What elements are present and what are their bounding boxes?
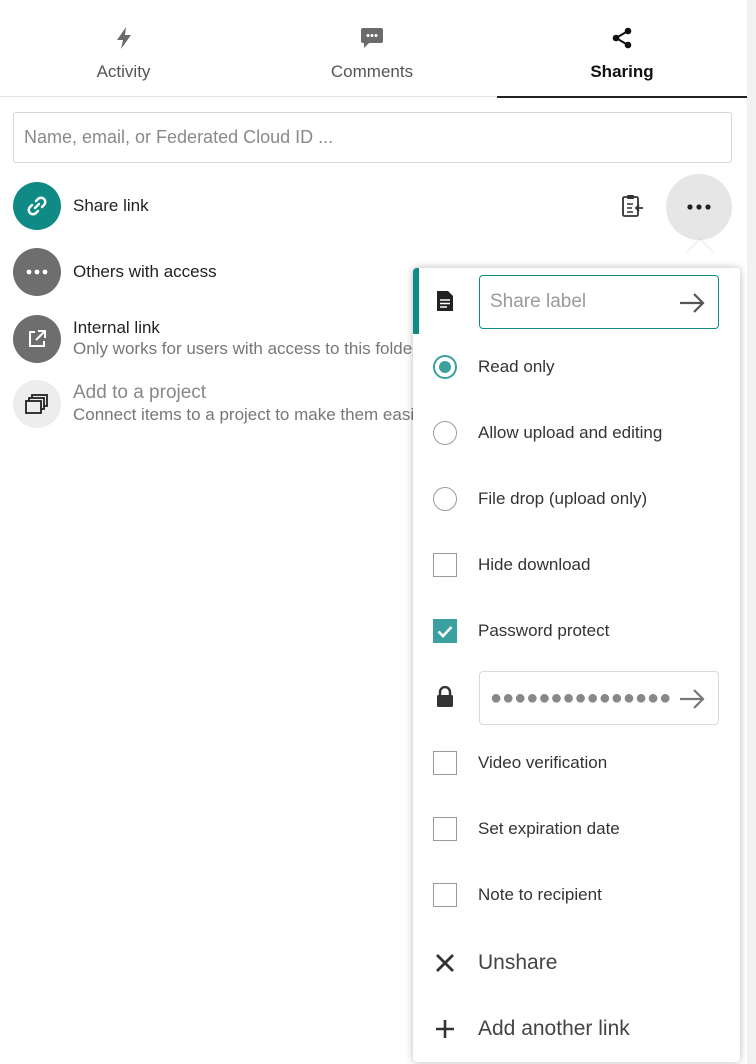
comment-icon (360, 26, 384, 50)
note-to-recipient-option[interactable]: Note to recipient (413, 862, 740, 928)
permission-file-drop[interactable]: File drop (upload only) (413, 466, 740, 532)
document-icon (433, 289, 457, 313)
checkmark-icon (437, 625, 453, 638)
share-link-title: Share link (73, 196, 149, 215)
permission-upload-editing[interactable]: Allow upload and editing (413, 400, 740, 466)
more-icon (686, 198, 712, 216)
dots-icon (13, 248, 61, 296)
password-protect-option[interactable]: Password protect (413, 598, 740, 664)
internal-link-row[interactable]: Internal link Only works for users with … (13, 315, 418, 363)
internal-link-title: Internal link (73, 317, 160, 337)
link-icon (13, 182, 61, 230)
add-another-link-button[interactable]: Add another link (413, 996, 740, 1062)
tab-label: Comments (330, 62, 414, 81)
note-to-recipient-checkbox[interactable] (433, 883, 457, 907)
lock-icon (433, 685, 457, 709)
video-verification-option[interactable]: Video verification (413, 730, 740, 796)
password-field[interactable]: ●●●●●●●●●●●●●●● (479, 671, 719, 725)
hide-download-option[interactable]: Hide download (413, 532, 740, 598)
tab-activity[interactable]: Activity (0, 0, 247, 97)
radio-upload-editing[interactable] (433, 421, 457, 445)
option-label: Note to recipient (478, 885, 602, 904)
share-label-item (413, 268, 740, 334)
share-actions-menu-button[interactable] (666, 174, 732, 240)
internal-link-subtitle: Only works for users with access to this… (73, 338, 418, 358)
submit-label-arrow-icon[interactable] (678, 289, 706, 317)
share-link-row: Share link (13, 182, 149, 230)
share-label-field (479, 275, 719, 329)
permission-read-only[interactable]: Read only (413, 334, 740, 400)
others-title: Others with access (73, 262, 217, 281)
password-mask: ●●●●●●●●●●●●●●● (490, 686, 672, 709)
bolt-icon (112, 26, 136, 50)
add-to-project-row[interactable]: Add to a project Connect items to a proj… (13, 380, 480, 428)
unshare-button[interactable]: Unshare (413, 930, 740, 996)
sidebar-tabs: Activity Comments Sharing (0, 0, 747, 98)
others-with-access-row[interactable]: Others with access (13, 248, 217, 296)
video-verification-checkbox[interactable] (433, 751, 457, 775)
option-label: Hide download (478, 555, 591, 574)
submit-password-arrow-icon[interactable] (678, 685, 706, 713)
popover-pointer (686, 240, 714, 254)
add-another-link-label: Add another link (478, 1017, 630, 1040)
hide-download-checkbox[interactable] (433, 553, 457, 577)
password-protect-checkbox[interactable] (433, 619, 457, 643)
clipboard-icon (620, 193, 646, 224)
unshare-label: Unshare (478, 951, 558, 974)
permission-label: Read only (478, 357, 555, 376)
tab-sharing[interactable]: Sharing (497, 0, 747, 98)
option-label: Password protect (478, 621, 610, 640)
external-link-icon (13, 315, 61, 363)
share-search-input[interactable] (13, 112, 732, 163)
share-icon (610, 26, 634, 50)
expiration-date-checkbox[interactable] (433, 817, 457, 841)
tab-label: Activity (96, 62, 151, 81)
plus-icon (433, 1017, 457, 1041)
close-icon (433, 951, 457, 975)
permission-label: File drop (upload only) (478, 489, 648, 508)
share-options-popover: Read only Allow upload and editing File … (413, 268, 740, 1062)
option-label: Video verification (478, 753, 608, 772)
tab-comments[interactable]: Comments (247, 0, 497, 97)
copy-link-button[interactable] (617, 192, 649, 224)
expiration-date-option[interactable]: Set expiration date (413, 796, 740, 862)
project-icon (13, 380, 61, 428)
radio-file-drop[interactable] (433, 487, 457, 511)
scrollbar-track[interactable] (747, 0, 756, 1064)
share-label-input[interactable] (480, 291, 670, 313)
option-label: Set expiration date (478, 819, 620, 838)
tab-label: Sharing (590, 62, 654, 81)
radio-read-only[interactable] (433, 355, 457, 379)
permission-label: Allow upload and editing (478, 423, 663, 442)
